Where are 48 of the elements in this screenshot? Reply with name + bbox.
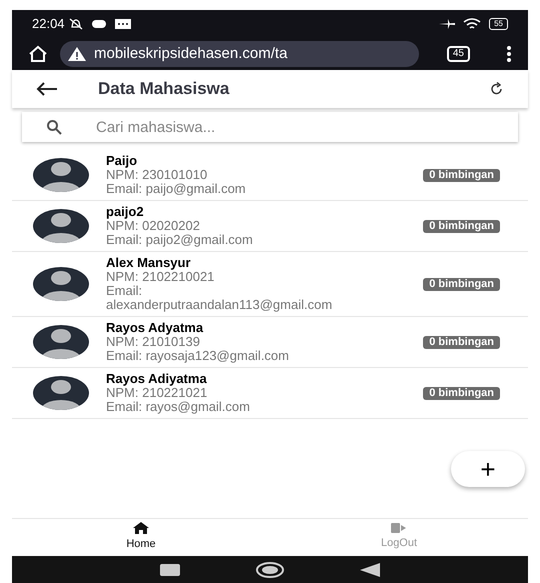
student-email: Email: rayosaja123@gmail.com: [106, 349, 290, 363]
home-icon[interactable]: [28, 45, 48, 63]
message-icon: [114, 19, 131, 29]
supervision-count: 0 bimbingan: [423, 278, 500, 290]
recents-icon[interactable]: [160, 564, 180, 576]
student-npm: NPM: 230101010: [106, 168, 208, 182]
home-circle-icon[interactable]: [256, 562, 284, 578]
student-email: Email: paijo2@gmail.com: [106, 233, 254, 247]
wifi-icon: [463, 18, 482, 30]
student-name: Rayos Adyatma: [106, 321, 204, 335]
avatar-icon: [33, 325, 89, 359]
student-name: paijo2: [106, 205, 145, 219]
student-npm: NPM: 2102210021: [106, 270, 216, 284]
student-name: Rayos Adiyatma: [106, 372, 208, 386]
student-email: Email: alexanderputraandalan113@gmail.com: [106, 284, 334, 312]
status-time: 22:04: [32, 15, 65, 34]
back-arrow-icon[interactable]: [36, 82, 58, 96]
student-npm: NPM: 210221021: [106, 386, 208, 400]
page-title: Data Mahasiswa: [98, 78, 230, 100]
search-icon: [46, 119, 62, 135]
tab-count[interactable]: 45: [446, 46, 470, 62]
nav-tab[interactable]: Home: [12, 519, 270, 556]
warning-icon: [68, 47, 86, 61]
url-text: mobileskripsidehasen.com/ta: [94, 44, 288, 64]
avatar-icon: [33, 209, 89, 243]
student-npm: NPM: 02020202: [106, 219, 201, 233]
student-email: Email: rayos@gmail.com: [106, 400, 251, 414]
menu-icon[interactable]: [506, 46, 512, 62]
home-icon: [133, 522, 149, 534]
supervision-count: 0 bimbingan: [423, 386, 500, 400]
supervision-count: 0 bimbingan: [423, 168, 500, 182]
battery-indicator: 55: [489, 18, 508, 30]
add-button[interactable]: +: [451, 450, 525, 486]
supervision-count: 0 bimbingan: [423, 336, 500, 348]
bell-off-icon: [68, 18, 83, 30]
logout-icon: [391, 523, 407, 534]
student-name: Paijo: [106, 154, 138, 168]
avatar-icon: [33, 376, 89, 410]
student-email: Email: paijo@gmail.com: [106, 182, 247, 196]
student-name: Alex Mansyur: [106, 256, 192, 270]
avatar-icon: [33, 267, 89, 301]
refresh-icon[interactable]: [490, 82, 504, 96]
back-triangle-icon[interactable]: [360, 562, 380, 576]
search-field[interactable]: Cari mahasiswa...: [22, 112, 518, 142]
student-npm: NPM: 21010139: [106, 335, 200, 349]
address-bar[interactable]: mobileskripsidehasen.com/ta: [60, 41, 419, 67]
supervision-count: 0 bimbingan: [423, 220, 500, 232]
avatar-icon: [33, 158, 89, 192]
